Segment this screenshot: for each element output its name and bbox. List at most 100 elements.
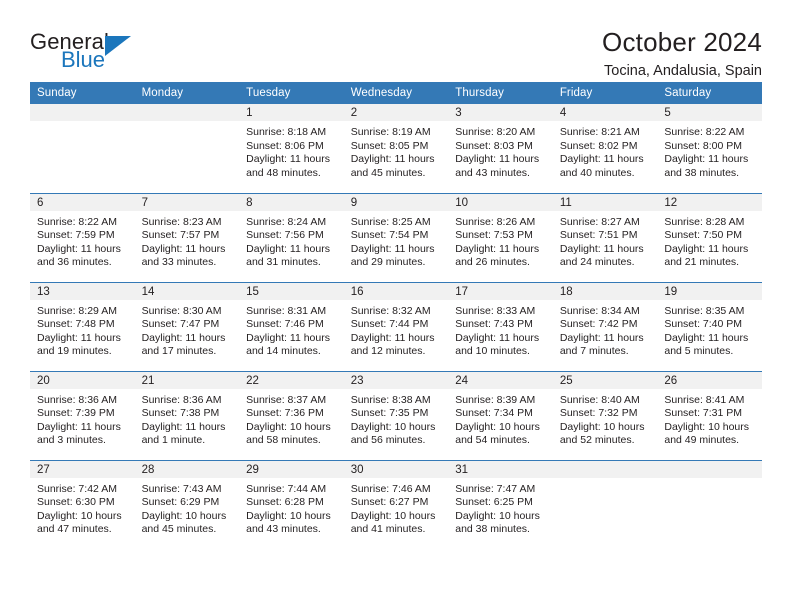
day-cell: 13 Sunrise: 8:29 AM Sunset: 7:48 PM Dayl… (30, 281, 135, 371)
weekday-header-row: Sunday Monday Tuesday Wednesday Thursday… (30, 82, 762, 104)
day-details (553, 478, 658, 483)
daylight-text-line1: Daylight: 11 hours (455, 242, 540, 255)
daylight-text-line1: Daylight: 10 hours (350, 509, 436, 522)
sunset-text: Sunset: 7:51 PM (559, 229, 638, 242)
daylight-text-line1: Daylight: 10 hours (455, 420, 540, 433)
daylight-text-line2: and 21 minutes. (664, 256, 740, 269)
daylight-text-line2: and 48 minutes. (246, 166, 321, 179)
sunrise-text: Sunrise: 8:18 AM (246, 126, 327, 138)
day-cell: 2 Sunrise: 8:19 AM Sunset: 8:05 PM Dayli… (343, 104, 449, 193)
day-cell (552, 459, 658, 549)
sunset-text: Sunset: 8:00 PM (664, 139, 743, 152)
sunset-text: Sunset: 7:56 PM (246, 229, 324, 242)
sunrise-text: Sunrise: 8:32 AM (350, 304, 431, 317)
week-row: 1 Sunrise: 8:18 AM Sunset: 8:06 PM Dayli… (30, 104, 762, 193)
day-details: Sunrise: 7:47 AM Sunset: 6:25 PM Dayligh… (448, 478, 553, 537)
logo-word-blue: Blue (61, 47, 106, 72)
sunrise-text: Sunrise: 7:42 AM (37, 482, 117, 495)
sunrise-text: Sunrise: 8:36 AM (37, 393, 117, 406)
sunrise-text: Sunrise: 8:35 AM (664, 304, 745, 317)
sunrise-text: Sunrise: 8:29 AM (37, 304, 117, 317)
sunrise-text: Sunrise: 8:24 AM (246, 215, 327, 228)
day-number: 22 (239, 371, 344, 389)
daylight-text-line2: and 5 minutes. (664, 345, 734, 358)
title-block: October 2024 Tocina, Andalusia, Spain (602, 28, 762, 80)
day-details: Sunrise: 8:26 AM Sunset: 7:53 PM Dayligh… (448, 211, 553, 270)
week-row: 6 Sunrise: 8:22 AM Sunset: 7:59 PM Dayli… (30, 192, 762, 282)
day-details: Sunrise: 8:23 AM Sunset: 7:57 PM Dayligh… (135, 211, 240, 270)
daylight-text-line1: Daylight: 11 hours (664, 331, 749, 344)
day-cell: 12 Sunrise: 8:28 AM Sunset: 7:50 PM Dayl… (657, 192, 762, 282)
sunset-text: Sunset: 8:06 PM (246, 139, 324, 152)
sunset-text: Sunset: 7:53 PM (455, 229, 533, 242)
daylight-text-line2: and 31 minutes. (246, 256, 321, 269)
sunrise-text: Sunrise: 8:25 AM (350, 215, 431, 228)
triangle-icon (105, 36, 131, 56)
day-number: 14 (134, 282, 240, 300)
week-row: 27 Sunrise: 7:42 AM Sunset: 6:30 PM Dayl… (30, 459, 762, 549)
daylight-text-line2: and 1 minute. (141, 434, 206, 447)
day-number (657, 460, 762, 478)
day-details: Sunrise: 8:35 AM Sunset: 7:40 PM Dayligh… (657, 300, 762, 359)
day-cell (657, 459, 762, 549)
day-cell: 8 Sunrise: 8:24 AM Sunset: 7:56 PM Dayli… (239, 192, 344, 282)
day-cell: 20 Sunrise: 8:36 AM Sunset: 7:39 PM Dayl… (30, 370, 135, 460)
daylight-text-line1: Daylight: 10 hours (455, 509, 540, 522)
day-number: 5 (657, 104, 762, 121)
sunset-text: Sunset: 7:36 PM (246, 407, 324, 420)
day-number: 7 (134, 193, 240, 211)
sunset-text: Sunset: 8:05 PM (350, 139, 429, 152)
day-cell: 1 Sunrise: 8:18 AM Sunset: 8:06 PM Dayli… (239, 104, 344, 193)
daylight-text-line2: and 33 minutes. (141, 256, 217, 269)
weekday-header-friday: Friday (552, 82, 658, 104)
daylight-text-line1: Daylight: 10 hours (37, 509, 122, 522)
day-details (135, 121, 240, 126)
sunrise-text: Sunrise: 8:41 AM (664, 393, 745, 406)
daylight-text-line2: and 56 minutes. (350, 434, 426, 447)
day-details: Sunrise: 8:22 AM Sunset: 7:59 PM Dayligh… (30, 211, 135, 270)
day-number: 31 (448, 460, 553, 478)
day-number (552, 460, 658, 478)
daylight-text-line2: and 14 minutes. (246, 345, 321, 358)
daylight-text-line2: and 3 minutes. (37, 434, 106, 447)
day-details: Sunrise: 8:39 AM Sunset: 7:34 PM Dayligh… (448, 389, 553, 448)
day-number: 21 (134, 371, 240, 389)
day-cell: 25 Sunrise: 8:40 AM Sunset: 7:32 PM Dayl… (552, 370, 658, 460)
week-row: 20 Sunrise: 8:36 AM Sunset: 7:39 PM Dayl… (30, 370, 762, 460)
daylight-text-line1: Daylight: 11 hours (455, 331, 540, 344)
daylight-text-line2: and 36 minutes. (37, 256, 112, 269)
day-number: 29 (239, 460, 344, 478)
sunset-text: Sunset: 7:35 PM (350, 407, 429, 420)
general-blue-logo[interactable]: General Blue (30, 28, 150, 76)
sunset-text: Sunset: 6:27 PM (350, 496, 429, 509)
day-details: Sunrise: 8:31 AM Sunset: 7:46 PM Dayligh… (239, 300, 344, 359)
sunset-text: Sunset: 7:54 PM (350, 229, 429, 242)
daylight-text-line2: and 17 minutes. (141, 345, 217, 358)
daylight-text-line2: and 26 minutes. (455, 256, 530, 269)
sunrise-text: Sunrise: 7:44 AM (246, 482, 327, 495)
day-details (30, 121, 135, 126)
day-cell (134, 104, 240, 193)
page-title: October 2024 (602, 27, 762, 57)
day-details: Sunrise: 8:34 AM Sunset: 7:42 PM Dayligh… (553, 300, 658, 359)
daylight-text-line2: and 38 minutes. (664, 166, 740, 179)
daylight-text-line2: and 45 minutes. (141, 523, 217, 536)
daylight-text-line1: Daylight: 10 hours (559, 420, 645, 433)
sunset-text: Sunset: 7:47 PM (141, 318, 220, 331)
day-number: 25 (552, 371, 658, 389)
day-details: Sunrise: 8:30 AM Sunset: 7:47 PM Dayligh… (135, 300, 240, 359)
day-details: Sunrise: 8:25 AM Sunset: 7:54 PM Dayligh… (344, 211, 449, 270)
daylight-text-line1: Daylight: 11 hours (246, 153, 330, 166)
sunset-text: Sunset: 6:30 PM (37, 496, 115, 509)
day-number: 27 (30, 460, 135, 478)
sunrise-text: Sunrise: 8:22 AM (37, 215, 117, 228)
sunrise-text: Sunrise: 8:30 AM (141, 304, 222, 317)
daylight-text-line2: and 54 minutes. (455, 434, 530, 447)
day-details: Sunrise: 8:36 AM Sunset: 7:39 PM Dayligh… (30, 389, 135, 448)
sunset-text: Sunset: 7:57 PM (141, 229, 220, 242)
daylight-text-line1: Daylight: 11 hours (350, 331, 435, 344)
day-details: Sunrise: 7:44 AM Sunset: 6:28 PM Dayligh… (239, 478, 344, 537)
calendar-body: 1 Sunrise: 8:18 AM Sunset: 8:06 PM Dayli… (30, 104, 762, 549)
sunrise-text: Sunrise: 8:40 AM (559, 393, 640, 406)
sunset-text: Sunset: 7:42 PM (559, 318, 638, 331)
